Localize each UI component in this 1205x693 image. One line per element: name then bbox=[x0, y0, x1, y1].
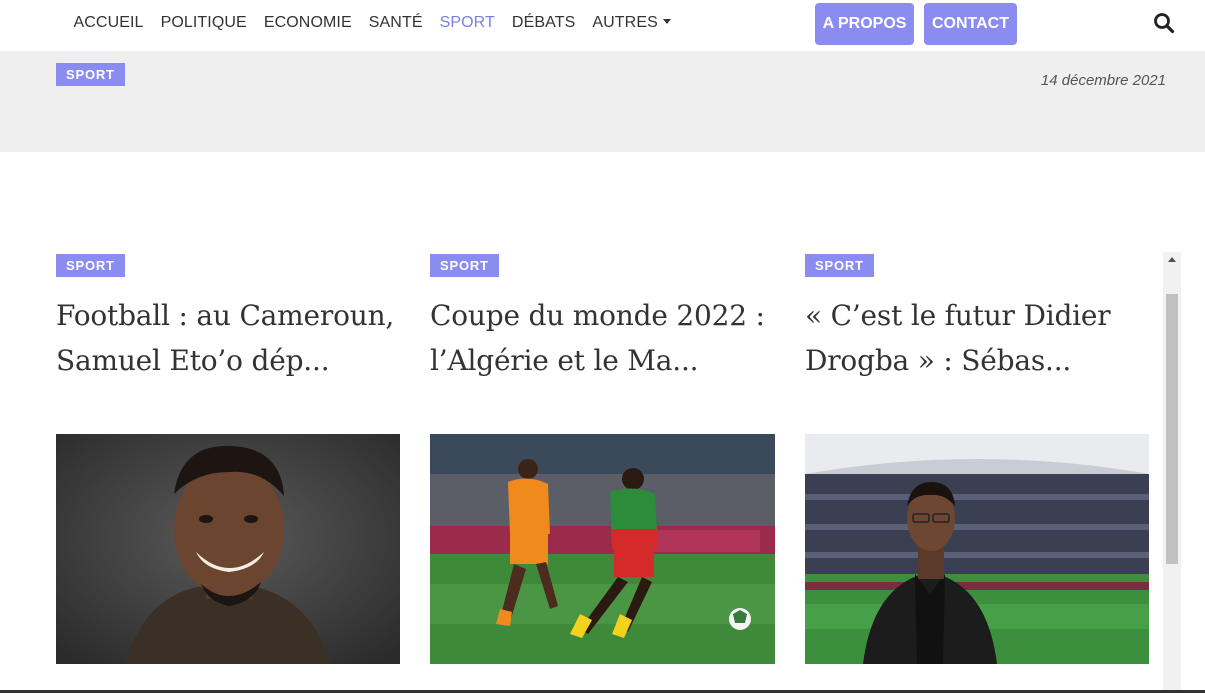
nav-link-debats[interactable]: DÉBATS bbox=[503, 14, 583, 32]
top-navbar: ACCUEIL POLITIQUE ECONOMIE SANTÉ SPORT D… bbox=[0, 0, 1205, 51]
publish-date: 14 décembre 2021 bbox=[1040, 72, 1166, 89]
nav-link-autres-label: AUTRES bbox=[592, 14, 658, 31]
article-card[interactable]: SPORT « C’est le futur Didier Drogba » :… bbox=[805, 254, 1149, 664]
nav-link-economie[interactable]: ECONOMIE bbox=[255, 14, 360, 32]
search-icon[interactable] bbox=[1152, 11, 1176, 35]
article-card[interactable]: SPORT Football : au Cameroun, Samuel Eto… bbox=[56, 254, 400, 664]
article-title[interactable]: « C’est le futur Didier Drogba » : Sébas… bbox=[805, 293, 1149, 383]
category-badge[interactable]: SPORT bbox=[56, 254, 125, 277]
scroll-up-arrow-icon[interactable] bbox=[1168, 257, 1176, 262]
nav-link-accueil[interactable]: ACCUEIL bbox=[65, 14, 152, 32]
article-thumbnail[interactable] bbox=[430, 434, 775, 664]
category-badge[interactable]: SPORT bbox=[56, 63, 125, 86]
article-title[interactable]: Coupe du monde 2022 : l’Algérie et le Ma… bbox=[430, 293, 775, 383]
nav-link-politique[interactable]: POLITIQUE bbox=[152, 14, 255, 32]
category-badge[interactable]: SPORT bbox=[430, 254, 499, 277]
nav-link-sport[interactable]: SPORT bbox=[431, 14, 503, 32]
article-header-band: SPORT 14 décembre 2021 bbox=[0, 51, 1205, 152]
article-thumbnail[interactable] bbox=[805, 434, 1149, 664]
main-nav: ACCUEIL POLITIQUE ECONOMIE SANTÉ SPORT D… bbox=[65, 0, 679, 46]
article-title[interactable]: Football : au Cameroun, Samuel Eto’o dép… bbox=[56, 293, 400, 383]
about-button[interactable]: A PROPOS bbox=[815, 3, 914, 45]
nav-dropdown-autres[interactable]: AUTRES bbox=[584, 14, 680, 32]
contact-button[interactable]: CONTACT bbox=[924, 3, 1017, 45]
category-badge[interactable]: SPORT bbox=[805, 254, 874, 277]
article-thumbnail[interactable] bbox=[56, 434, 400, 664]
caret-down-icon bbox=[662, 19, 671, 24]
article-card[interactable]: SPORT Coupe du monde 2022 : l’Algérie et… bbox=[430, 254, 775, 664]
vertical-scrollbar[interactable] bbox=[1163, 252, 1181, 693]
scrollbar-thumb[interactable] bbox=[1166, 294, 1178, 564]
nav-link-sante[interactable]: SANTÉ bbox=[360, 14, 431, 32]
